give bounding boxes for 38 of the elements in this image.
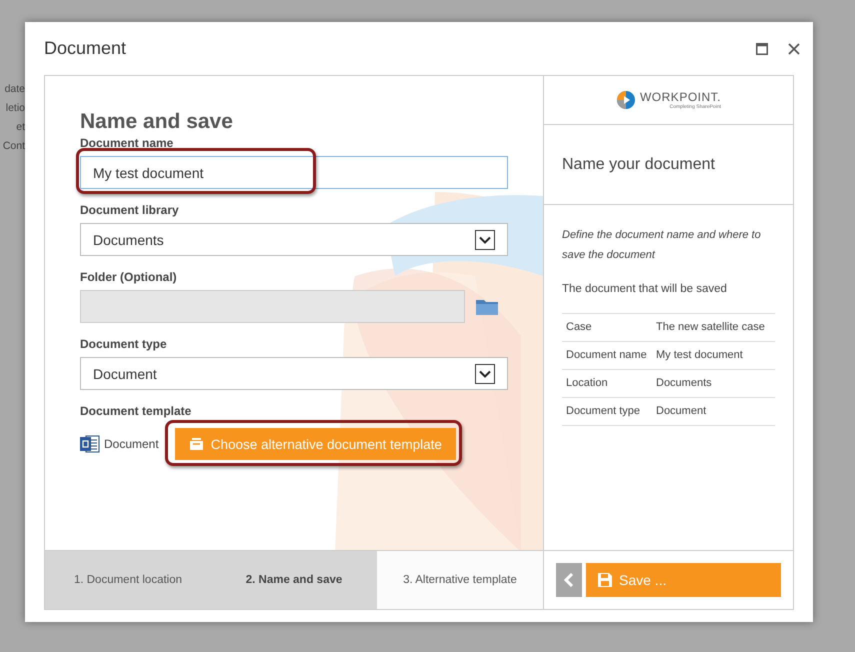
summary-label: Case: [566, 320, 593, 335]
background-page-text: et: [16, 120, 25, 135]
logo-text: WORKPOINT.: [640, 90, 721, 104]
field-label: Document type: [80, 337, 168, 351]
dropdown-field[interactable]: Document: [80, 357, 508, 390]
summary-value: My test document: [656, 348, 744, 363]
chevron-left-icon: [564, 573, 574, 587]
summary-value: Documents: [656, 376, 713, 391]
wizard-step[interactable]: 2. Name and save: [211, 551, 377, 609]
summary-label: Document name: [566, 348, 648, 363]
field-label: Folder (Optional): [80, 270, 178, 284]
document-name-field[interactable]: My test document: [80, 156, 508, 189]
caret-icon: [475, 230, 495, 250]
summary-label: Document type: [566, 404, 641, 419]
caret-icon: [475, 364, 495, 384]
field-label: Document library: [80, 203, 180, 217]
close-icon[interactable]: [788, 42, 800, 54]
back-button[interactable]: [556, 563, 582, 597]
template-name: Document: [104, 437, 159, 451]
wizard-step[interactable]: 3. Alternative template: [377, 551, 543, 609]
word-document-icon: [80, 434, 100, 454]
form-heading: Name and save: [80, 110, 234, 134]
field-label: Document template: [80, 404, 192, 418]
background-page-text: Cont: [2, 139, 25, 154]
wizard-step[interactable]: 1. Document location: [45, 551, 211, 609]
sidebar-title: Name your document: [562, 156, 715, 174]
summary-label: Location: [566, 376, 609, 391]
summary-value: The new satellite case: [656, 320, 766, 335]
logo-icon: [616, 90, 636, 110]
background-page-text: date: [4, 82, 25, 97]
summary-value: Document: [656, 404, 708, 419]
dropdown-field[interactable]: Documents: [80, 223, 508, 256]
summary-title: The document that will be saved: [562, 283, 728, 295]
window-title: Document: [44, 38, 126, 59]
background-page-text: letio: [6, 101, 25, 116]
field-label: Document name: [80, 136, 174, 150]
maximize-icon[interactable]: [756, 42, 768, 54]
sidebar-description: Define the document name and where to save the document: [562, 228, 762, 263]
